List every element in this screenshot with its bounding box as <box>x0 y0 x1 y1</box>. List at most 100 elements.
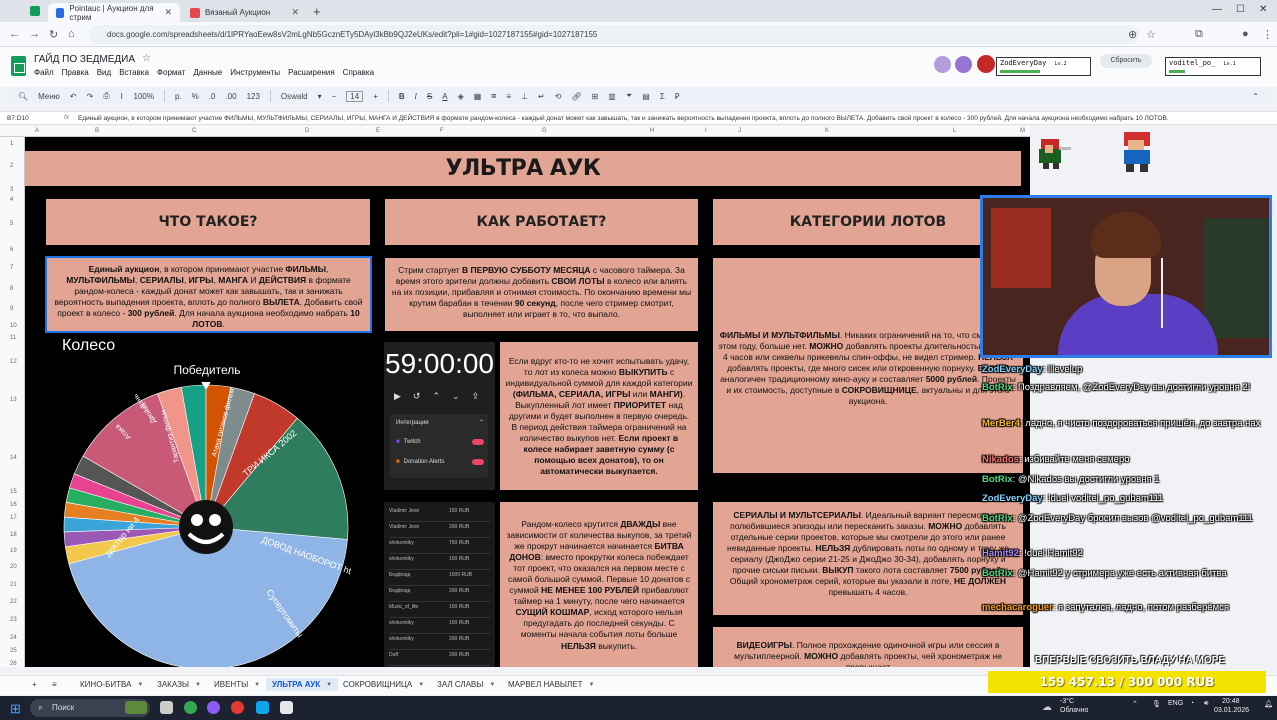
row-header[interactable]: 2 <box>10 163 13 169</box>
insert-chart-icon[interactable]: ▥ <box>608 92 616 101</box>
tab-events[interactable]: ИВЕНТЫ ▼ <box>214 680 260 689</box>
borders-icon[interactable]: ▦ <box>474 92 482 101</box>
categories-cell-games[interactable]: ВИДЕОИГРЫ. Полное прохождение одиночной … <box>713 627 1023 667</box>
document-title[interactable]: ГАЙД ПО ЗЕДМЕДИА <box>34 54 135 65</box>
column-header[interactable]: D <box>305 128 309 134</box>
widget-icon[interactable] <box>125 701 147 714</box>
new-tab-icon[interactable]: + <box>313 4 321 19</box>
categories-cell-series[interactable]: СЕРИАЛЫ И МУЛЬТСЕРИАЛЫ. Идеальный вариан… <box>713 502 1023 615</box>
header-what-is[interactable]: ЧТО ТАКОЕ? <box>46 199 370 245</box>
profile-avatar[interactable]: ● <box>1242 28 1249 40</box>
categories-cell-films[interactable]: ФИЛЬМЫ И МУЛЬТФИЛЬМЫ. Никаких ограничени… <box>713 258 1023 473</box>
tab-ultra-auk[interactable]: УЛЬТРА АУК ▼ <box>266 678 339 691</box>
row-header[interactable]: 3 <box>10 187 13 193</box>
row-header[interactable]: 5 <box>10 221 13 227</box>
menu-file[interactable]: Файл <box>34 68 54 77</box>
tab-kino-bitva[interactable]: КИНО-БИТВА ▼ <box>80 680 143 689</box>
column-header[interactable]: A <box>35 128 39 134</box>
filter-views-icon[interactable]: ▤ <box>642 92 650 101</box>
reload-icon[interactable]: ↻ <box>49 28 58 41</box>
extensions-icon[interactable]: ⧉ <box>1195 28 1203 41</box>
name-box[interactable]: B7:D10 <box>7 115 29 122</box>
app-icon[interactable] <box>280 701 293 714</box>
bookmark-star-icon[interactable]: ☆ <box>1146 28 1156 41</box>
header-categories[interactable]: КАТЕГОРИИ ЛОТОВ <box>713 199 1023 245</box>
notifications-icon[interactable]: 🔔︎ <box>1264 700 1273 708</box>
row-header[interactable]: 11 <box>10 335 16 341</box>
menu-view[interactable]: Вид <box>97 68 111 77</box>
sheet-grid[interactable]: УЛЬТРА АУК ЧТО ТАКОЕ? КАК РАБОТАЕТ? КАТЕ… <box>25 137 1030 667</box>
sheets-logo-icon[interactable] <box>11 56 26 76</box>
functions-icon[interactable]: Σ <box>660 92 665 101</box>
clock-date[interactable]: 03.01.2026 <box>1214 707 1249 714</box>
url-field[interactable]: docs.google.com/spreadsheets/d/1lPRYaoEe… <box>89 25 1139 44</box>
row-header[interactable]: 24 <box>10 635 17 641</box>
maximize-icon[interactable]: ☐ <box>1236 4 1245 15</box>
menu-search-icon[interactable]: 🔍︎ <box>18 92 28 101</box>
task-view-icon[interactable] <box>160 701 173 714</box>
tray-expand-icon[interactable]: ⌃ <box>1132 700 1138 708</box>
row-header[interactable]: 13 <box>10 397 17 403</box>
filter-icon[interactable]: ⏷ <box>626 91 632 101</box>
text-color-button[interactable]: A <box>442 92 447 101</box>
menu-extensions[interactable]: Расширения <box>288 68 335 77</box>
column-header[interactable]: L <box>953 128 956 134</box>
telegram-taskbar-icon[interactable] <box>256 701 269 714</box>
minimize-icon[interactable]: — <box>1212 4 1222 15</box>
row-header[interactable]: 16 <box>10 502 17 508</box>
menu-data[interactable]: Данные <box>193 68 222 77</box>
column-header[interactable]: F <box>440 128 444 134</box>
row-header[interactable]: 14 <box>10 455 17 461</box>
header-how-works[interactable]: КАК РАБОТАЕТ? <box>385 199 698 245</box>
all-sheets-icon[interactable]: ≡ <box>52 680 57 689</box>
undo-icon[interactable]: ↶ <box>70 92 77 101</box>
column-header[interactable]: M <box>1020 128 1025 134</box>
print-icon[interactable]: ⎙ <box>103 91 109 101</box>
row-header[interactable]: 7 <box>10 265 13 271</box>
increase-decimal-button[interactable]: .00 <box>225 92 236 101</box>
home-icon[interactable]: ⌂ <box>68 28 75 40</box>
formula-input[interactable]: Единый аукцион, в котором принимают учас… <box>78 115 1169 122</box>
column-header[interactable]: I <box>705 128 707 134</box>
insert-link-icon[interactable]: 🔗︎ <box>571 92 581 101</box>
star-icon[interactable]: ☆ <box>142 53 151 64</box>
row-header[interactable]: 25 <box>10 648 17 654</box>
menu-format[interactable]: Формат <box>157 68 185 77</box>
close-window-icon[interactable]: ✕ <box>1259 4 1267 15</box>
close-tab-icon[interactable]: ✕ <box>164 7 172 18</box>
language-indicator[interactable]: ENG <box>1168 700 1183 707</box>
tab-treasury[interactable]: СОКРОВИЩНИЦА ▼ <box>343 680 424 689</box>
align-horizontal-icon[interactable]: ≡ <box>506 92 511 101</box>
currency-format-button[interactable]: р. <box>175 92 182 101</box>
italic-button[interactable]: I <box>415 92 417 101</box>
row-header[interactable]: 10 <box>10 323 17 329</box>
merge-cells-icon[interactable]: ⧈ <box>491 91 496 101</box>
row-header[interactable]: 4 <box>10 197 13 203</box>
font-dropdown-chevron-icon[interactable]: ▾ <box>318 92 322 101</box>
insert-comment-icon[interactable]: ⊞ <box>592 92 599 101</box>
browser-menu-icon[interactable]: ⋮ <box>1262 28 1273 41</box>
row-header[interactable]: 6 <box>10 247 13 253</box>
text-rotation-icon[interactable]: ⟲ <box>555 92 562 101</box>
font-select[interactable]: Oswald <box>281 92 308 101</box>
obs-icon[interactable] <box>231 701 244 714</box>
column-header[interactable]: G <box>542 128 547 134</box>
what-is-cell[interactable]: Единый аукцион, в котором принимают учас… <box>45 256 372 333</box>
forward-icon[interactable]: → <box>29 28 40 40</box>
row-header[interactable]: 9 <box>10 306 13 312</box>
volume-icon[interactable]: 🔊︎ <box>1204 700 1208 708</box>
number-format-button[interactable]: 123 <box>247 92 260 101</box>
back-icon[interactable]: ← <box>9 28 20 40</box>
row-header[interactable]: 17 <box>10 515 17 521</box>
fill-color-icon[interactable]: ◈ <box>458 92 464 101</box>
column-header[interactable]: E <box>376 128 380 134</box>
random-wheel[interactable]: ДОВОД НАОБОРОТ https:... ТРИ ИКСА 2002 С… <box>61 382 351 667</box>
mic-icon[interactable]: 🎙︎ <box>1152 700 1161 708</box>
weather-desc[interactable]: Облачно <box>1060 707 1088 714</box>
row-header[interactable]: 21 <box>10 582 17 588</box>
collapse-toolbar-icon[interactable]: ⌃ <box>1252 92 1259 101</box>
how-works-cell-2[interactable]: Если вдруг кто-то не хочет испытывать уд… <box>500 342 698 490</box>
how-works-cell-1[interactable]: Стрим стартует В ПЕРВУЮ СУББОТУ МЕСЯЦА с… <box>385 258 698 331</box>
reset-button[interactable]: Сбросить <box>1100 54 1152 68</box>
weather-temp[interactable]: -3°C <box>1060 698 1074 705</box>
